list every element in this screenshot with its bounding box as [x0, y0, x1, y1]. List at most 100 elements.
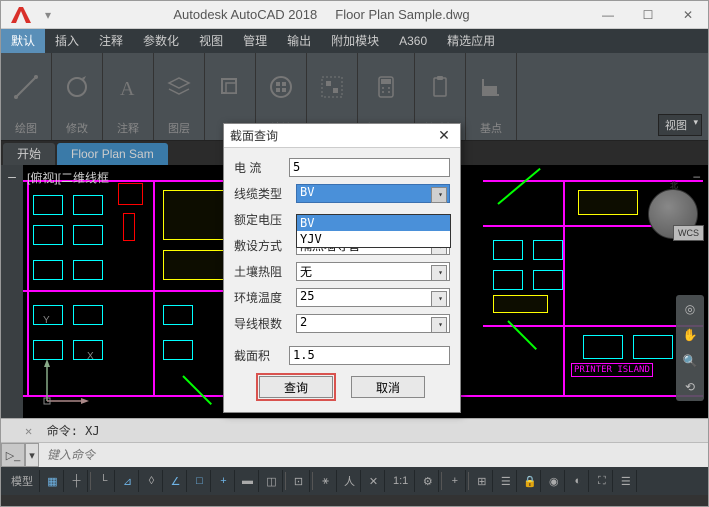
app-menu-arrow[interactable]: ▾ [41, 8, 55, 22]
quick-prop-icon[interactable]: ☰ [495, 470, 517, 492]
customize-icon[interactable]: ☰ [615, 470, 637, 492]
transparency-icon[interactable]: ◫ [261, 470, 283, 492]
hardware-accel-icon[interactable]: ◐ [567, 470, 589, 492]
window-controls: — ☐ ✕ [588, 1, 708, 29]
roots-value: 2 [300, 315, 307, 329]
steering-wheel-icon[interactable]: ◎ [680, 299, 700, 319]
scale-display[interactable]: 1:1 [387, 470, 415, 492]
command-history-text: 命令: XJ [47, 424, 100, 438]
cable-type-select[interactable]: BV▾ [296, 184, 450, 203]
maximize-button[interactable]: ☐ [628, 1, 668, 29]
soil-label: 土壤热阻 [234, 263, 296, 280]
window-titlebar[interactable]: ▾ Autodesk AutoCAD 2018 Floor Plan Sampl… [1, 1, 708, 29]
section-query-dialog[interactable]: 截面查询 ✕ 电 流 线缆类型 BV▾ BV YJV 额定电压 敷设方式 隔热墙… [223, 123, 461, 413]
ribbon-tab-annotate[interactable]: 注释 [89, 29, 133, 53]
app-logo[interactable] [1, 1, 41, 29]
annot-scale-icon[interactable]: ⚹ [315, 470, 337, 492]
group-tool-icon[interactable] [313, 62, 351, 112]
cable-type-value: BV [300, 185, 314, 199]
annot-vis-icon[interactable]: 人 [339, 470, 361, 492]
lock-ui-icon[interactable]: 🔒 [519, 470, 541, 492]
annotation-monitor-icon[interactable]: + [444, 470, 466, 492]
ribbon-tab-parametric[interactable]: 参数化 [133, 29, 189, 53]
ribbon-tab-output[interactable]: 输出 [277, 29, 321, 53]
ribbon-label-basepoint: 基点 [480, 118, 502, 138]
app-name: Autodesk AutoCAD 2018 [173, 7, 317, 22]
cable-type-dropdown: BV YJV [296, 214, 451, 248]
area-input[interactable] [289, 346, 450, 365]
ribbon-group-basepoint: 基点 [466, 53, 517, 140]
axis-x-label: X [87, 351, 94, 362]
ribbon-label-annotate: 注释 [117, 118, 139, 138]
block-tool-icon[interactable] [211, 62, 249, 112]
ribbon-label-draw: 绘图 [15, 118, 37, 138]
area-label: 截面积 [234, 347, 289, 364]
viewport-label[interactable]: [俯视][二维线框 [27, 169, 109, 186]
annot-auto-icon[interactable]: ✕ [363, 470, 385, 492]
ribbon-tab-add-ins[interactable]: 附加模块 [321, 29, 389, 53]
lineweight-icon[interactable]: ▬ [237, 470, 259, 492]
orbit-icon[interactable]: ⟲ [680, 377, 700, 397]
temp-select[interactable]: 25▾ [296, 288, 450, 307]
minimize-button[interactable]: — [588, 1, 628, 29]
clean-screen-icon[interactable]: ⛶ [591, 470, 613, 492]
cable-type-option-bv[interactable]: BV [297, 215, 450, 231]
workspace-icon[interactable]: ⚙ [417, 470, 439, 492]
dialog-titlebar[interactable]: 截面查询 ✕ [224, 124, 460, 148]
query-button[interactable]: 查询 [259, 376, 333, 398]
current-label: 电 流 [234, 159, 289, 176]
soil-select[interactable]: 无▾ [296, 262, 450, 281]
current-input[interactable] [289, 158, 450, 177]
dialog-close-icon[interactable]: ✕ [434, 127, 454, 144]
grid-icon[interactable]: ▦ [42, 470, 64, 492]
nav-minus-icon[interactable]: – [693, 169, 704, 183]
polar-icon[interactable]: ⊿ [117, 470, 139, 492]
ribbon-tab-insert[interactable]: 插入 [45, 29, 89, 53]
roots-select[interactable]: 2▾ [296, 314, 450, 333]
otrack-icon[interactable]: □ [189, 470, 211, 492]
ortho-icon[interactable]: └ [93, 470, 115, 492]
tab-file[interactable]: Floor Plan Sam [57, 143, 168, 165]
wcs-badge[interactable]: WCS [673, 225, 704, 241]
line-tool-icon[interactable] [7, 62, 45, 112]
navcube-north: 北 [670, 180, 678, 191]
utilities-tool-icon[interactable] [367, 62, 405, 112]
cable-type-option-yjv[interactable]: YJV [297, 231, 450, 247]
iso-icon[interactable]: ◊ [141, 470, 163, 492]
model-space-button[interactable]: 模型 [5, 470, 40, 492]
layers-tool-icon[interactable] [160, 62, 198, 112]
modify-tool-icon[interactable] [58, 62, 96, 112]
tab-start[interactable]: 开始 [3, 143, 55, 165]
ribbon-tab-manage[interactable]: 管理 [233, 29, 277, 53]
status-bar: 模型 ▦ ┼ └ ⊿ ◊ ∠ □ + ▬ ◫ ⊡ ⚹ 人 ✕ 1:1 ⚙ + ⊞… [1, 467, 708, 495]
units-icon[interactable]: ⊞ [471, 470, 493, 492]
view-control-dropdown[interactable]: 视图 [658, 114, 702, 136]
command-prompt-icon[interactable]: ▷_ [1, 443, 25, 467]
cancel-button[interactable]: 取消 [351, 376, 425, 398]
zoom-icon[interactable]: 🔍 [680, 351, 700, 371]
text-tool-icon[interactable]: A [109, 62, 147, 112]
osnap-icon[interactable]: ∠ [165, 470, 187, 492]
ribbon-group-draw: 绘图 [1, 53, 52, 140]
cable-type-label: 线缆类型 [234, 185, 296, 202]
sidebar-collapse-icon[interactable]: – [1, 165, 23, 187]
isolate-icon[interactable]: ◉ [543, 470, 565, 492]
basepoint-tool-icon[interactable] [472, 62, 510, 112]
snap-icon[interactable]: ┼ [66, 470, 88, 492]
ribbon-tab-default[interactable]: 默认 [1, 29, 45, 53]
ribbon-tab-view[interactable]: 视图 [189, 29, 233, 53]
properties-tool-icon[interactable] [262, 62, 300, 112]
command-chevron-icon[interactable]: ▾ [25, 443, 39, 467]
ucs-icon[interactable]: Y X [41, 357, 91, 410]
ribbon-tab-featured[interactable]: 精选应用 [437, 29, 505, 53]
command-line-area: ✕ 命令: XJ ▷_ ▾ [1, 418, 708, 467]
pan-icon[interactable]: ✋ [680, 325, 700, 345]
svg-text:A: A [120, 78, 135, 100]
command-input[interactable] [39, 448, 708, 462]
close-button[interactable]: ✕ [668, 1, 708, 29]
ribbon-tab-a360[interactable]: A360 [389, 29, 437, 53]
clipboard-tool-icon[interactable] [421, 62, 459, 112]
dyn-input-icon[interactable]: + [213, 470, 235, 492]
cycling-icon[interactable]: ⊡ [288, 470, 310, 492]
printer-island-label: PRINTER ISLAND [571, 363, 653, 377]
